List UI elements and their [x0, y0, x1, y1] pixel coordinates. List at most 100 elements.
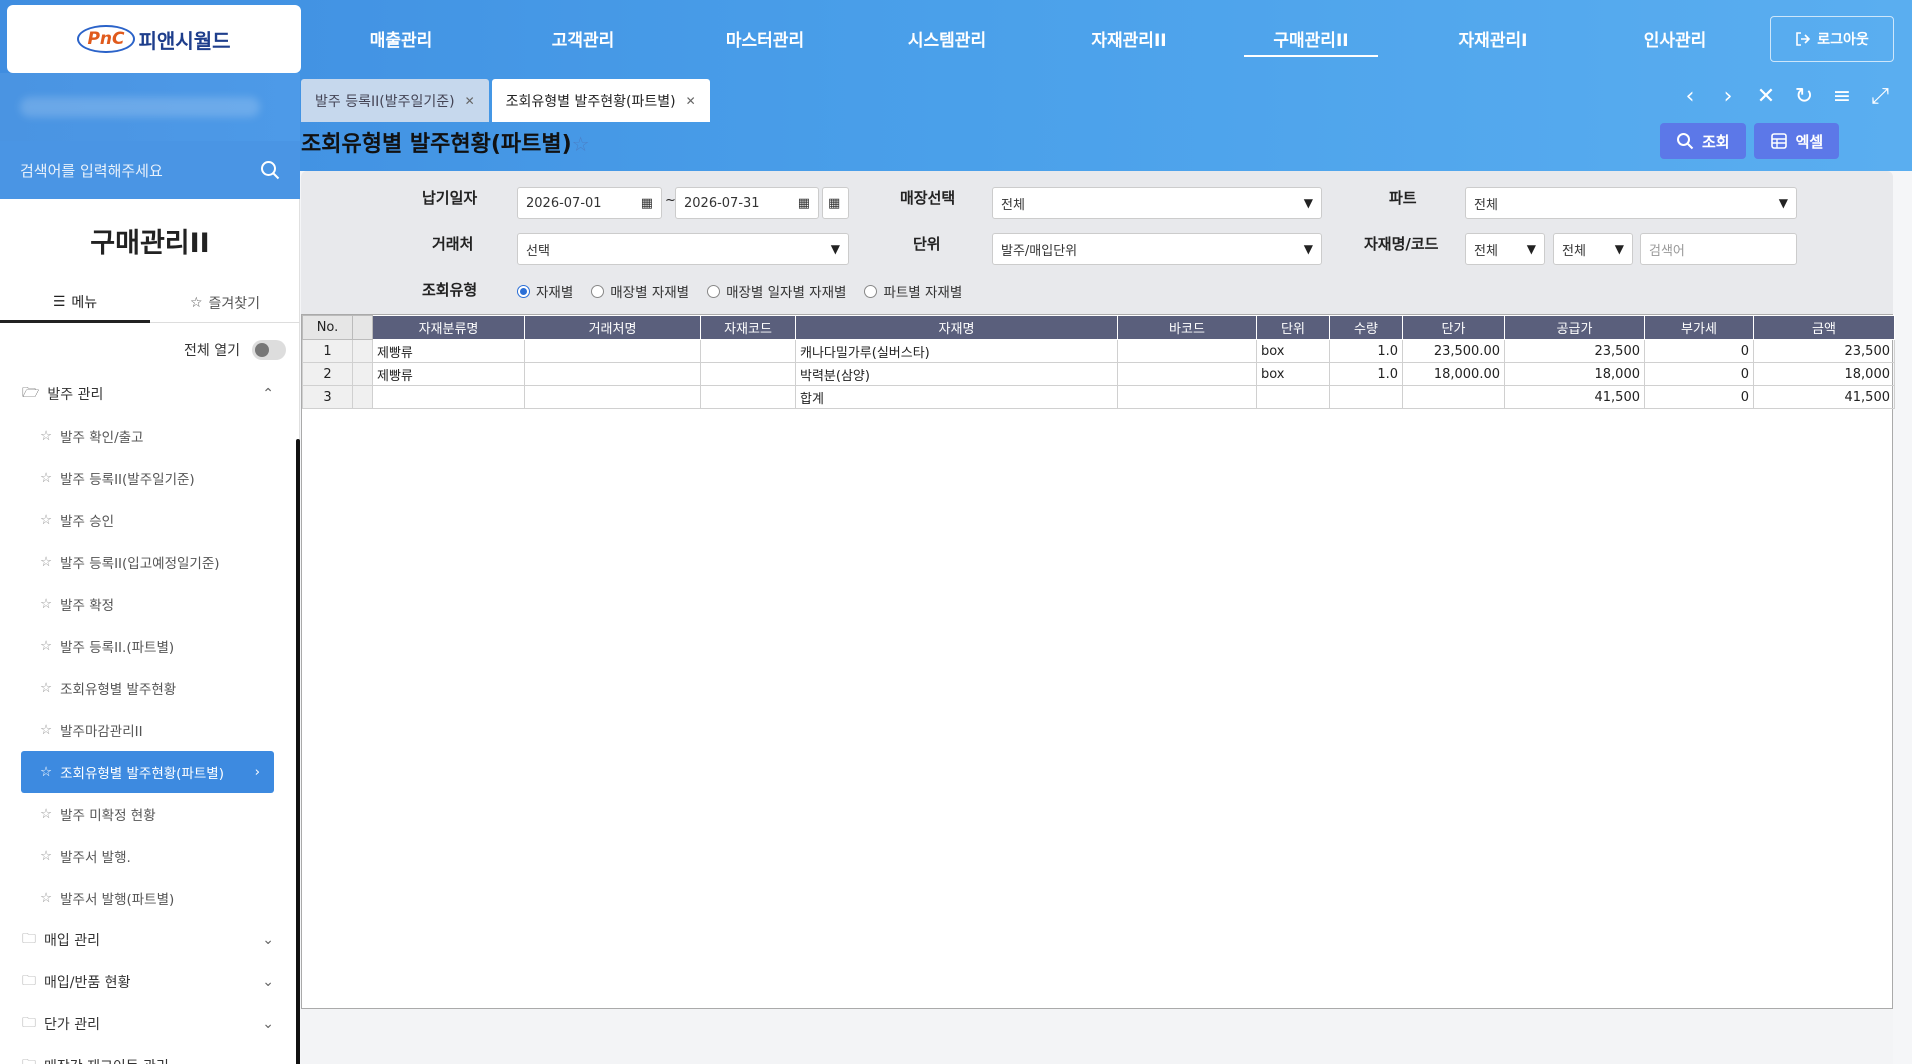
- table-cell[interactable]: 0: [1644, 362, 1754, 386]
- table-cell[interactable]: [1402, 385, 1505, 409]
- menu-item[interactable]: ☆ 발주 미확정 현황: [0, 793, 296, 835]
- star-icon[interactable]: ☆: [40, 554, 52, 570]
- topnav-item[interactable]: 마스터관리: [674, 0, 856, 76]
- star-icon[interactable]: ☆: [40, 848, 52, 864]
- menu-group[interactable]: 🗀 매장간 재고이동 관리 ⌄: [0, 1045, 296, 1064]
- expand-all-toggle[interactable]: [252, 340, 286, 360]
- radio-dot[interactable]: [591, 284, 605, 298]
- close-icon[interactable]: ✕: [686, 94, 696, 108]
- menu-item[interactable]: ☆ 조회유형별 발주현황: [0, 667, 296, 709]
- excel-button[interactable]: 엑셀: [1753, 123, 1840, 159]
- column-header[interactable]: 단위: [1256, 315, 1330, 340]
- menu-item[interactable]: ☆ 발주 등록II.(파트별): [0, 625, 296, 667]
- menu-item[interactable]: ☆ 발주마감관리II: [0, 709, 296, 751]
- sidebar-scrollbar[interactable]: [296, 439, 300, 1064]
- store-select[interactable]: 전체 ▼: [992, 187, 1322, 219]
- table-cell[interactable]: [352, 362, 373, 386]
- menu-item[interactable]: ☆ 발주 등록II(입고예정일기준): [0, 541, 296, 583]
- menu-group[interactable]: 🗀 매입 관리 ⌄: [0, 919, 296, 961]
- star-icon[interactable]: ☆: [40, 890, 52, 906]
- table-cell[interactable]: [352, 339, 373, 363]
- table-row[interactable]: 1 제빵류 캐나다밀가루(실버스타) box 1.0 23,500.00 23,500 0 23…: [302, 339, 1895, 363]
- vendor-select[interactable]: 선택 ▼: [517, 233, 849, 265]
- table-cell[interactable]: 0: [1644, 385, 1754, 409]
- star-icon[interactable]: ☆: [40, 638, 52, 654]
- search-button[interactable]: 조회: [1660, 123, 1746, 159]
- date-picker-button[interactable]: ▦: [822, 187, 849, 219]
- table-cell[interactable]: 박력분(삼양): [795, 362, 1118, 386]
- tab-menu[interactable]: ☰ 메뉴: [0, 283, 150, 323]
- star-icon[interactable]: ☆: [40, 722, 52, 738]
- menu-item[interactable]: ☆ 조회유형별 발주현황(파트별) ›: [21, 751, 274, 793]
- table-cell[interactable]: 0: [1644, 339, 1754, 363]
- menu-item[interactable]: ☆ 발주 등록II(발주일기준): [0, 457, 296, 499]
- refresh-icon[interactable]: ↻: [1792, 84, 1816, 109]
- calendar-icon[interactable]: ▦: [641, 196, 653, 211]
- menu-group[interactable]: 🗀 단가 관리 ⌄: [0, 1003, 296, 1045]
- column-header[interactable]: 부가세: [1644, 315, 1754, 340]
- logout-button[interactable]: 로그아웃: [1770, 16, 1894, 62]
- date-to-input[interactable]: 2026-07-31 ▦: [675, 187, 819, 219]
- calendar-icon[interactable]: ▦: [798, 196, 810, 211]
- next-tab-icon[interactable]: ›: [1716, 84, 1740, 109]
- table-cell[interactable]: [700, 339, 796, 363]
- table-cell[interactable]: [700, 362, 796, 386]
- table-cell[interactable]: 2: [302, 362, 353, 386]
- topnav-item[interactable]: 고객관리: [492, 0, 674, 76]
- table-cell[interactable]: 18,000.00: [1402, 362, 1505, 386]
- sidebar-search[interactable]: 검색어를 입력해주세요: [0, 141, 300, 199]
- table-row[interactable]: 2 제빵류 박력분(삼양) box 1.0 18,000.00 18,000 0 18,000: [302, 362, 1895, 386]
- table-cell[interactable]: 제빵류: [372, 339, 525, 363]
- material-search-input[interactable]: 검색어: [1640, 233, 1797, 265]
- table-cell[interactable]: [1329, 385, 1403, 409]
- column-header[interactable]: 수량: [1329, 315, 1403, 340]
- star-icon[interactable]: ☆: [40, 470, 52, 486]
- column-header[interactable]: 공급가: [1504, 315, 1645, 340]
- close-icon[interactable]: ✕: [465, 94, 475, 108]
- topnav-item[interactable]: 구매관리II: [1220, 0, 1402, 76]
- table-cell[interactable]: [1117, 362, 1257, 386]
- table-cell[interactable]: 41,500: [1504, 385, 1645, 409]
- search-input[interactable]: 검색어를 입력해주세요: [20, 160, 163, 181]
- date-from-input[interactable]: 2026-07-01 ▦: [517, 187, 662, 219]
- material-select-2[interactable]: 전체 ▼: [1553, 233, 1633, 265]
- query-type-radio[interactable]: 자재별: [517, 281, 573, 301]
- search-icon[interactable]: [260, 160, 280, 180]
- document-tab[interactable]: 발주 등록II(발주일기준) ✕: [301, 79, 489, 122]
- table-cell[interactable]: [524, 339, 701, 363]
- menu-group[interactable]: 🗀 매입/반품 현황 ⌄: [0, 961, 296, 1003]
- table-cell[interactable]: [352, 385, 373, 409]
- table-cell[interactable]: 캐나다밀가루(실버스타): [795, 339, 1118, 363]
- fullscreen-icon[interactable]: ⤢: [1868, 84, 1892, 109]
- logo[interactable]: PnC 피앤시월드: [7, 5, 301, 73]
- menu-group-open[interactable]: 🗁 발주 관리 ⌃: [0, 373, 296, 415]
- menu-item[interactable]: ☆ 발주 확정: [0, 583, 296, 625]
- document-tab[interactable]: 조회유형별 발주현황(파트별) ✕: [491, 79, 710, 122]
- radio-dot[interactable]: [864, 284, 878, 298]
- radio-dot[interactable]: [517, 284, 530, 298]
- star-icon[interactable]: ☆: [40, 428, 52, 444]
- column-header[interactable]: 자재코드: [700, 315, 796, 340]
- menu-item[interactable]: ☆ 발주서 발행(파트별): [0, 877, 296, 919]
- close-all-icon[interactable]: ✕: [1754, 84, 1778, 109]
- topnav-item[interactable]: 시스템관리: [856, 0, 1038, 76]
- query-type-radio[interactable]: 매장별 일자별 자재별: [707, 281, 846, 301]
- topnav-item[interactable]: 매출관리: [310, 0, 492, 76]
- topnav-item[interactable]: 인사관리: [1584, 0, 1766, 76]
- star-icon[interactable]: ☆: [40, 806, 52, 822]
- tab-favorites[interactable]: ☆ 즐겨찾기: [150, 283, 300, 323]
- material-select-1[interactable]: 전체 ▼: [1465, 233, 1545, 265]
- table-cell[interactable]: [524, 362, 701, 386]
- unit-select[interactable]: 발주/매입단위 ▼: [992, 233, 1322, 265]
- star-icon[interactable]: ☆: [40, 512, 52, 528]
- table-cell[interactable]: 1: [302, 339, 353, 363]
- table-cell[interactable]: 1.0: [1329, 362, 1403, 386]
- column-header[interactable]: No.: [302, 315, 353, 340]
- star-icon[interactable]: ☆: [40, 596, 52, 612]
- table-cell[interactable]: 18,000: [1753, 362, 1895, 386]
- query-type-radio[interactable]: 파트별 자재별: [864, 281, 962, 301]
- table-cell[interactable]: [1256, 385, 1330, 409]
- column-header[interactable]: [352, 315, 373, 340]
- radio-dot[interactable]: [707, 284, 721, 298]
- table-cell[interactable]: box: [1256, 362, 1330, 386]
